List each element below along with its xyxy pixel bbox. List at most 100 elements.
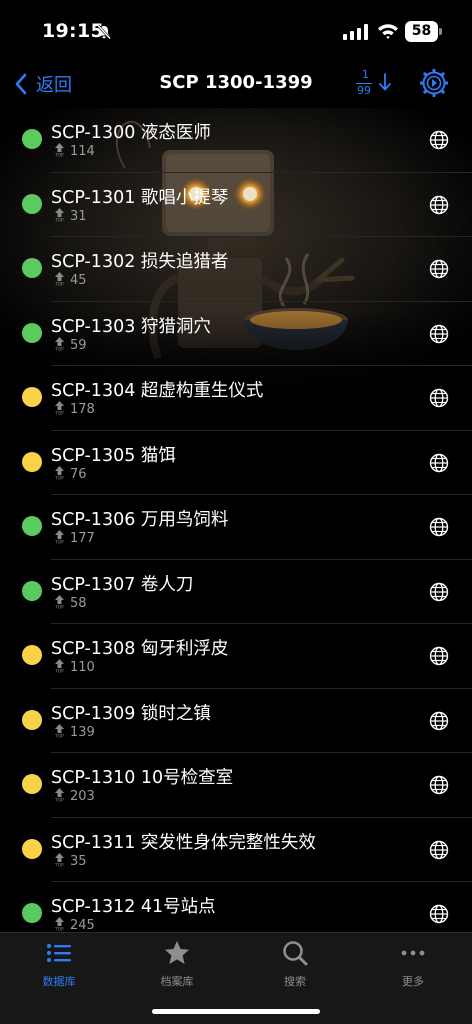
item-title: SCP-1309 锁时之镇 (51, 703, 211, 724)
list-item[interactable]: SCP-1307 卷人刀 TOP 58 (0, 560, 472, 624)
list-item[interactable]: SCP-1302 损失追猎者 TOP 45 (0, 237, 472, 302)
item-title: SCP-1302 损失追猎者 (51, 252, 229, 272)
item-rating: 35 (70, 853, 87, 869)
list-item[interactable]: SCP-1312 41号站点 TOP 245 (0, 882, 472, 932)
globe-icon[interactable] (429, 453, 449, 473)
top-arrow-icon: TOP (54, 401, 64, 415)
top-arrow-icon: TOP (54, 788, 64, 802)
list-item[interactable]: SCP-1311 突发性身体完整性失效 TOP 35 (0, 818, 472, 882)
top-arrow-icon: TOP (54, 594, 64, 609)
item-rating: 31 (70, 208, 87, 224)
tab-database[interactable]: 数据库 (0, 939, 118, 993)
item-title: SCP-1308 匈牙利浮皮 (51, 639, 229, 659)
battery-tip (439, 28, 442, 35)
item-title: SCP-1312 41号站点 (51, 897, 216, 917)
gear-icon[interactable] (420, 69, 448, 97)
nav-bar: 返回 SCP 1300-1399 1 99 (0, 62, 472, 108)
globe-icon[interactable] (429, 711, 449, 731)
svg-text:TOP: TOP (54, 862, 64, 866)
item-rating: 203 (70, 789, 95, 804)
globe-icon[interactable] (429, 324, 449, 344)
globe-icon[interactable] (429, 388, 449, 408)
item-title: SCP-1303 狩猎洞穴 (51, 316, 211, 337)
top-arrow-icon: TOP (54, 530, 64, 544)
svg-text:TOP: TOP (54, 217, 64, 221)
search-icon (283, 941, 308, 966)
list-item[interactable]: SCP-1303 狩猎洞穴 TOP 59 (0, 302, 472, 366)
globe-icon[interactable] (429, 775, 449, 795)
list-item[interactable]: SCP-1306 万用鸟饲料 TOP 177 (0, 495, 472, 560)
sort-range-button[interactable]: 1 99 (350, 68, 394, 102)
globe-icon[interactable] (429, 840, 449, 860)
range-start: 1 (362, 68, 369, 81)
tab-label: 档案库 (160, 975, 194, 988)
object-class-dot (22, 774, 42, 794)
item-title: SCP-1310 10号检查室 (51, 768, 234, 788)
top-arrow-icon: TOP (54, 723, 64, 738)
object-class-dot (22, 580, 42, 601)
globe-icon[interactable] (429, 195, 449, 215)
bell-slash-icon (97, 24, 111, 40)
tab-archive[interactable]: 档案库 (118, 939, 236, 993)
tab-search[interactable]: 搜索 (236, 939, 354, 993)
list-item[interactable]: SCP-1305 猫饵 TOP 76 (0, 431, 472, 495)
object-class-dot (22, 451, 42, 472)
list-item[interactable]: SCP-1310 10号检查室 TOP 203 (0, 753, 472, 818)
svg-text:TOP: TOP (54, 927, 64, 931)
item-title: SCP-1300 液态医师 (51, 123, 211, 143)
item-rating: 178 (70, 402, 95, 417)
item-rating: 114 (70, 144, 95, 159)
top-arrow-icon: TOP (54, 207, 64, 222)
item-rating: 139 (70, 724, 95, 740)
object-class-dot (22, 516, 42, 536)
globe-icon[interactable] (429, 646, 449, 666)
globe-icon[interactable] (429, 582, 449, 602)
status-bar: 19:15 58 (0, 0, 472, 62)
object-class-dot (22, 645, 42, 665)
object-class-dot (22, 387, 42, 407)
item-rating: 110 (70, 660, 95, 675)
top-arrow-icon: TOP (54, 465, 64, 480)
battery-indicator: 58 (405, 21, 443, 42)
top-arrow-icon: TOP (54, 659, 64, 673)
scp-list[interactable]: SCP-1300 液态医师 TOP 114 SCP-1301 歌唱小提琴 TOP 31 SC… (0, 108, 472, 932)
signal-icon (343, 24, 368, 40)
svg-text:TOP: TOP (54, 153, 64, 157)
object-class-dot (22, 838, 42, 859)
item-rating: 245 (70, 918, 95, 932)
list-item[interactable]: SCP-1301 歌唱小提琴 TOP 31 (0, 173, 472, 237)
svg-text:TOP: TOP (54, 733, 64, 737)
object-class-dot (22, 709, 42, 730)
tab-more[interactable]: 更多 (354, 939, 472, 993)
range-end: 99 (357, 84, 371, 97)
svg-text:TOP: TOP (54, 540, 64, 544)
top-arrow-icon: TOP (54, 917, 64, 931)
item-title: SCP-1305 猫饵 (51, 445, 176, 466)
top-arrow-icon: TOP (54, 143, 64, 157)
object-class-dot (22, 129, 42, 149)
globe-icon[interactable] (429, 130, 449, 150)
list-item[interactable]: SCP-1308 匈牙利浮皮 TOP 110 (0, 624, 472, 689)
svg-text:TOP: TOP (54, 411, 64, 415)
svg-text:TOP: TOP (54, 604, 64, 608)
list-item[interactable]: SCP-1309 锁时之镇 TOP 139 (0, 689, 472, 753)
top-arrow-icon: TOP (54, 272, 64, 286)
svg-text:TOP: TOP (54, 346, 64, 350)
list-item[interactable]: SCP-1300 液态医师 TOP 114 (0, 108, 472, 173)
list-icon (47, 944, 71, 962)
item-rating: 177 (70, 531, 95, 546)
home-indicator (152, 1009, 320, 1014)
list-item[interactable]: SCP-1304 超虚构重生仪式 TOP 178 (0, 366, 472, 431)
star-icon (165, 941, 189, 964)
globe-icon[interactable] (429, 517, 449, 537)
page-title: SCP 1300-1399 (159, 72, 313, 93)
item-title: SCP-1301 歌唱小提琴 (51, 187, 229, 208)
item-title: SCP-1311 突发性身体完整性失效 (51, 832, 316, 853)
svg-text:TOP: TOP (54, 282, 64, 286)
globe-icon[interactable] (429, 904, 449, 924)
globe-icon[interactable] (429, 259, 449, 279)
wifi-icon (378, 24, 398, 39)
tab-label: 数据库 (42, 975, 76, 988)
tab-label: 更多 (402, 975, 424, 988)
item-rating: 45 (70, 273, 87, 288)
